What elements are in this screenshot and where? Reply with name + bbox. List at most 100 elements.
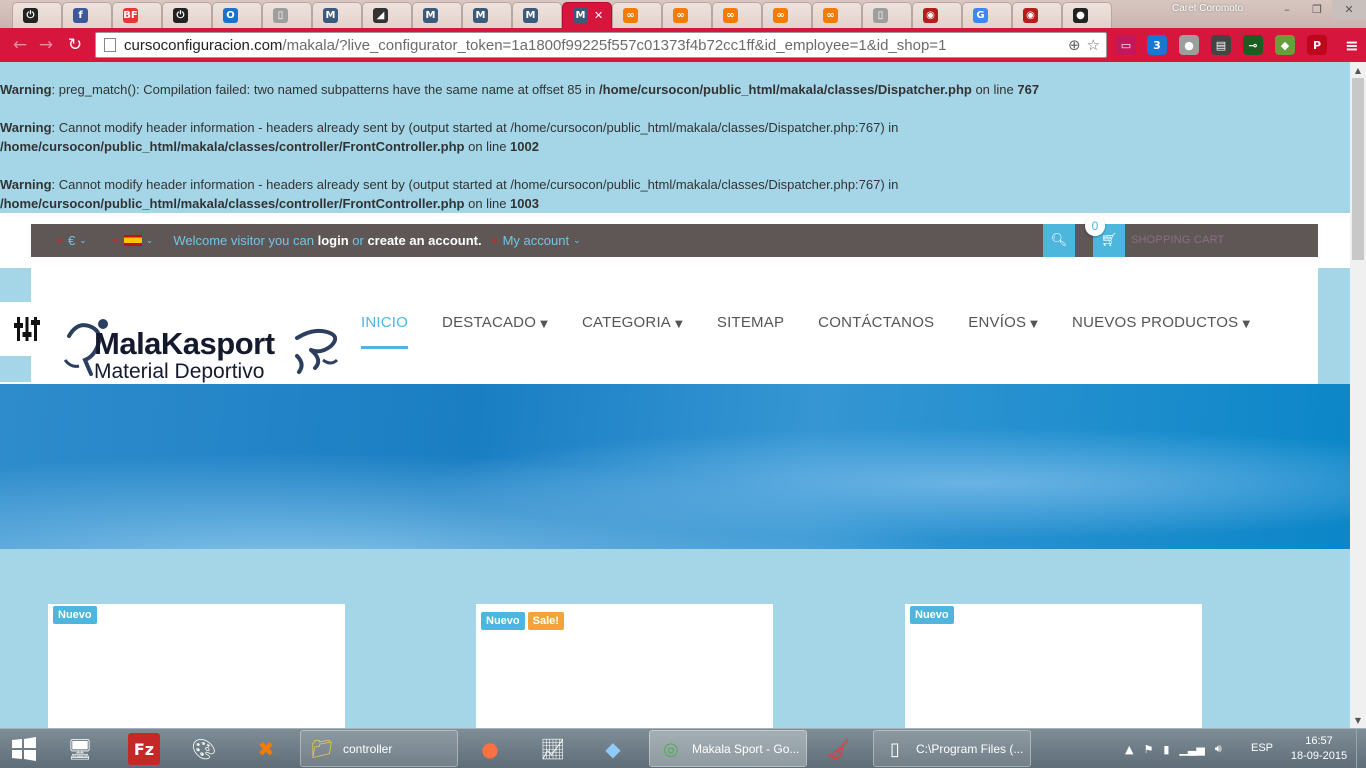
nav-item[interactable]: CONTÁCTANOS <box>818 314 934 349</box>
browser-toolbar: ← → ↻ cursoconfiguracion.com/makala/?liv… <box>0 28 1366 62</box>
nav-item[interactable]: DESTACADO ▼ <box>442 314 548 349</box>
shop-logo[interactable]: MalaKasport Material Deportivo <box>61 316 343 388</box>
taskbar-task[interactable]: 📁︎ controller <box>300 730 458 767</box>
sale-badge: Sale! <box>527 612 564 630</box>
xampp-icon[interactable]: ✖ <box>250 733 282 765</box>
zoom-icon[interactable]: ⊕ <box>1068 36 1081 54</box>
product-card[interactable]: Nuevo <box>48 604 345 728</box>
product-card[interactable]: Nuevo Sale! <box>476 604 773 728</box>
virtualbox-icon[interactable]: ◆ <box>597 733 629 765</box>
clock-time: 16:57 <box>1305 735 1333 747</box>
taskbar-task[interactable]: ▯ C:\Program Files (... <box>873 730 1031 767</box>
cast-icon[interactable]: ▭ <box>1116 35 1136 55</box>
browser-tab[interactable]: ∞ <box>662 2 712 28</box>
browser-tab[interactable]: O <box>212 2 262 28</box>
language-selector[interactable]: ⌄ <box>112 235 154 246</box>
browser-tab[interactable]: ⏻ <box>12 2 62 28</box>
document-icon: ▯ <box>873 8 888 23</box>
tray-expand-icon[interactable]: ▲ <box>1125 743 1133 756</box>
key-icon[interactable]: ⊸ <box>1243 35 1263 55</box>
page-scrollbar[interactable]: ▲ ▼ <box>1350 62 1366 728</box>
browser-tab[interactable]: ∞ <box>712 2 762 28</box>
configurator-settings-button[interactable] <box>0 302 54 356</box>
forward-icon[interactable]: → <box>34 33 58 57</box>
clock-date: 18-09-2015 <box>1290 750 1348 762</box>
volume-icon[interactable]: 🔊︎ <box>1215 742 1222 756</box>
nav-item[interactable]: ENVÍOS ▼ <box>968 314 1038 349</box>
nav-item[interactable]: CATEGORIA ▼ <box>582 314 683 349</box>
folder-icon: 📁︎ <box>310 738 334 760</box>
close-tab-icon[interactable]: ✕ <box>594 9 603 22</box>
start-button[interactable] <box>8 733 40 765</box>
browser-tab[interactable]: ⏻ <box>162 2 212 28</box>
avatar-icon[interactable]: ● <box>1179 35 1199 55</box>
profile-name[interactable]: Caret Coromoto <box>1172 3 1243 14</box>
diamond-icon[interactable]: ◆ <box>1275 35 1295 55</box>
caret-down-icon: ▼ <box>1030 319 1039 330</box>
browser-tab[interactable]: G <box>962 2 1012 28</box>
browser-tab[interactable]: BF <box>112 2 162 28</box>
computer-icon[interactable]: 🖥︎ <box>64 733 96 765</box>
firefox-icon[interactable]: ● <box>474 733 506 765</box>
browser-tab[interactable]: ◢ <box>362 2 412 28</box>
flag-icon[interactable]: ⚑ <box>1143 743 1153 756</box>
input-language[interactable]: ESP <box>1251 742 1273 754</box>
browser-tab[interactable]: ∞ <box>812 2 862 28</box>
scroll-up-icon[interactable]: ▲ <box>1350 62 1366 78</box>
browser-tab[interactable]: ▯ <box>262 2 312 28</box>
reload-icon[interactable]: ↻ <box>63 33 87 57</box>
taskbar-task[interactable]: ◎ Makala Sport - Go... <box>649 730 807 767</box>
login-link[interactable]: login <box>318 233 349 248</box>
browser-tab[interactable]: M <box>412 2 462 28</box>
scrollbar-thumb[interactable] <box>1352 78 1364 260</box>
new-badge: Nuevo <box>910 606 954 624</box>
search-button[interactable]: 🔍︎ <box>1043 224 1075 257</box>
browser-tab[interactable]: ● <box>1062 2 1112 28</box>
minimize-icon[interactable]: – <box>1272 0 1302 19</box>
signal-icon[interactable]: ▁▃▅ <box>1179 743 1204 756</box>
makala-icon: M <box>573 8 588 23</box>
browser-tab[interactable]: ▯ <box>862 2 912 28</box>
back-icon[interactable]: ← <box>8 33 32 57</box>
address-bar[interactable]: cursoconfiguracion.com/makala/?live_conf… <box>95 32 1107 58</box>
show-desktop-button[interactable] <box>1356 729 1366 768</box>
filezilla-icon[interactable]: Fz <box>128 733 160 765</box>
browser-tab[interactable]: ∞ <box>762 2 812 28</box>
scroll-down-icon[interactable]: ▼ <box>1350 712 1366 728</box>
browser-tab[interactable]: M <box>312 2 362 28</box>
browser-tab[interactable]: M <box>462 2 512 28</box>
pinterest-icon[interactable]: P <box>1307 35 1327 55</box>
performance-monitor-icon[interactable]: 📈︎ <box>537 733 569 765</box>
browser-tab[interactable]: f <box>62 2 112 28</box>
php-warning: Warning: Cannot modify header informatio… <box>0 120 899 154</box>
css3-icon[interactable]: 3 <box>1147 35 1167 55</box>
create-account-link[interactable]: create an account. <box>367 233 481 248</box>
nav-item[interactable]: INICIO <box>361 314 409 349</box>
restore-icon[interactable]: ❐ <box>1302 0 1332 19</box>
printer-icon[interactable]: ▤ <box>1211 35 1231 55</box>
chevron-down-icon: ⌄ <box>145 235 154 246</box>
browser-tab[interactable]: M <box>512 2 562 28</box>
nav-item[interactable]: NUEVOS PRODUCTOS ▼ <box>1072 314 1250 349</box>
browser-tab-active[interactable]: M ✕ <box>562 2 612 28</box>
sliders-icon <box>14 317 40 341</box>
link-icon: ∞ <box>673 8 688 23</box>
system-clock[interactable]: 16:57 18-09-2015 <box>1287 734 1351 764</box>
nav-item[interactable]: SITEMAP <box>717 314 784 349</box>
my-account-menu[interactable]: My account ⌄ <box>491 233 581 248</box>
ccleaner-icon[interactable]: 🧹︎ <box>822 733 854 765</box>
product-card[interactable]: Nuevo <box>905 604 1202 728</box>
bookmark-star-icon[interactable]: ☆ <box>1087 36 1100 54</box>
outlook-icon: O <box>223 8 238 23</box>
url-text[interactable]: cursoconfiguracion.com/makala/?live_conf… <box>124 37 1068 54</box>
browser-tab[interactable]: ◉ <box>912 2 962 28</box>
shopping-cart-link[interactable]: SHOPPING CART <box>1131 234 1224 246</box>
document-icon: ▯ <box>273 8 288 23</box>
browser-tab[interactable]: ∞ <box>612 2 662 28</box>
currency-selector[interactable]: € ⌄ <box>57 233 87 248</box>
close-window-icon[interactable]: ✕ <box>1332 0 1366 19</box>
device-icon[interactable]: ▮ <box>1163 743 1169 756</box>
browser-tab[interactable]: ◉ <box>1012 2 1062 28</box>
paint-icon[interactable]: 🎨︎ <box>188 733 220 765</box>
menu-icon[interactable]: ≡ <box>1342 35 1362 55</box>
